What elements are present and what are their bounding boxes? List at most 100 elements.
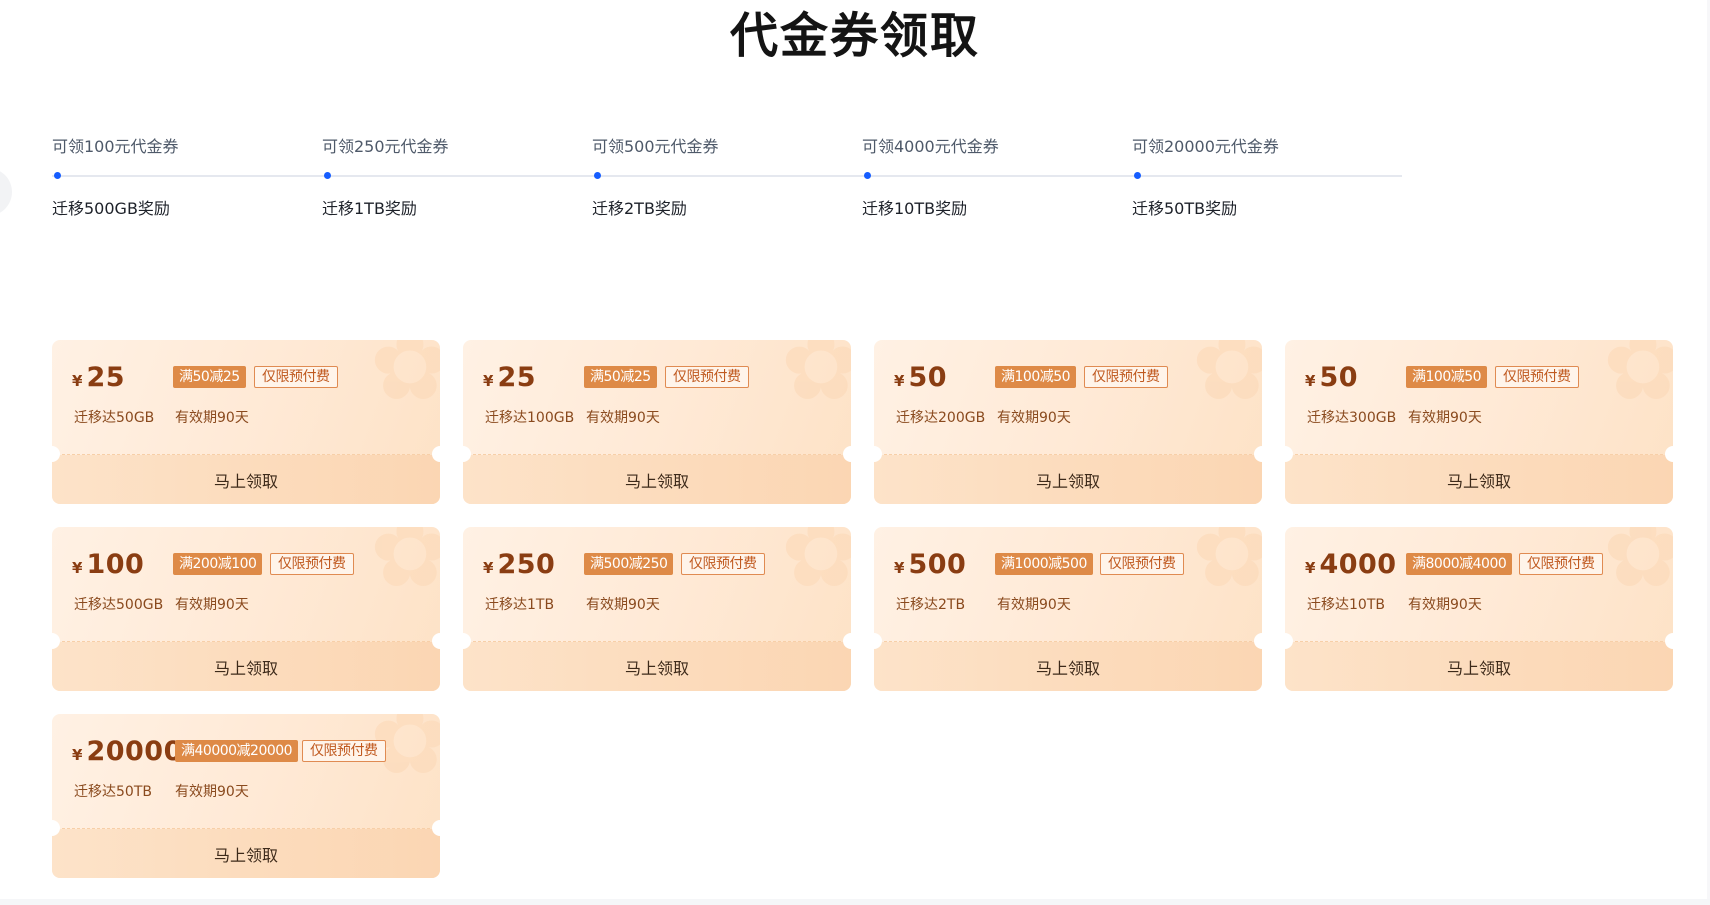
step-track: [322, 175, 592, 177]
prepaid-only-tag: 仅限预付费: [270, 553, 354, 575]
claim-button[interactable]: 马上领取: [52, 642, 440, 691]
coupon-validity: 有效期90天: [1408, 410, 1482, 426]
flower-decoration-icon: ✿: [1191, 340, 1262, 422]
currency-symbol: ¥: [72, 559, 83, 577]
claim-button[interactable]: 马上领取: [52, 455, 440, 504]
coupon-condition: 迁移达200GB: [896, 410, 986, 426]
claim-button-label: 马上领取: [213, 658, 278, 678]
prepaid-only-tag: 仅限预付费: [1519, 553, 1603, 575]
currency-symbol: ¥: [483, 559, 494, 577]
prepaid-only-tag: 仅限预付费: [1495, 366, 1579, 388]
coupon-card: ✿ ¥ 50 满100减50 仅限预付费 迁移达300GB 有效期90天 马上领…: [1285, 340, 1673, 504]
step-label: 可领500元代金券: [592, 137, 719, 156]
currency-symbol: ¥: [894, 372, 905, 390]
coupon-amount: 50: [1319, 362, 1359, 393]
claim-button[interactable]: 马上领取: [1285, 642, 1673, 691]
coupon-rule-tag: 满40000减20000: [175, 740, 299, 762]
coupon-condition: 迁移达50TB: [74, 784, 152, 800]
coupon-card: ✿ ¥ 500 满1000减500 仅限预付费 迁移达2TB 有效期90天 马上…: [874, 527, 1262, 691]
step-track: [1132, 175, 1402, 177]
coupon-rule-tag: 满1000减500: [995, 553, 1093, 575]
coupon-validity: 有效期90天: [586, 597, 660, 613]
coupon-card: ✿ ¥ 20000 满40000减20000 仅限预付费 迁移达50TB 有效期…: [52, 714, 440, 878]
coupon-condition: 迁移达10TB: [1307, 597, 1385, 613]
coupon-validity: 有效期90天: [586, 410, 660, 426]
step-item: 可领500元代金券 迁移2TB奖励: [592, 136, 862, 218]
step-label: 可领4000元代金券: [862, 137, 999, 156]
coupon-card: ✿ ¥ 100 满200减100 仅限预付费 迁移达500GB 有效期90天 马…: [52, 527, 440, 691]
coupon-validity: 有效期90天: [997, 597, 1071, 613]
step-label: 可领100元代金券: [52, 137, 179, 156]
step-item: 可领20000元代金券 迁移50TB奖励: [1132, 136, 1402, 218]
coupon-price: ¥ 500: [894, 549, 966, 581]
step-reward: 迁移500GB奖励: [52, 199, 170, 218]
coupon-amount: 4000: [1319, 549, 1397, 580]
step-item: 可领4000元代金券 迁移10TB奖励: [862, 136, 1132, 218]
step-dot-icon: [864, 172, 871, 179]
coupon-card: ✿ ¥ 250 满500减250 仅限预付费 迁移达1TB 有效期90天 马上领…: [463, 527, 851, 691]
claim-button-label: 马上领取: [1446, 658, 1511, 678]
coupon-validity: 有效期90天: [997, 410, 1071, 426]
coupon-amount: 100: [86, 549, 145, 580]
claim-button[interactable]: 马上领取: [1285, 455, 1673, 504]
coupon-amount: 20000: [86, 736, 183, 767]
claim-button[interactable]: 马上领取: [463, 642, 851, 691]
step-dot-icon: [1134, 172, 1141, 179]
coupon-amount: 25: [86, 362, 126, 393]
coupon-validity: 有效期90天: [1408, 597, 1482, 613]
claim-button-label: 马上领取: [213, 845, 278, 865]
claim-button[interactable]: 马上领取: [52, 829, 440, 878]
coupon-price: ¥ 50: [1305, 362, 1358, 394]
step-item: 可领250元代金券 迁移1TB奖励: [322, 136, 592, 218]
claim-button-label: 马上领取: [1035, 471, 1100, 491]
flower-decoration-icon: ✿: [1191, 527, 1262, 609]
coupon-card: ✿ ¥ 50 满100减50 仅限预付费 迁移达200GB 有效期90天 马上领…: [874, 340, 1262, 504]
coupon-price: ¥ 50: [894, 362, 947, 394]
coupon-amount: 50: [908, 362, 948, 393]
step-reward: 迁移2TB奖励: [592, 199, 687, 218]
prepaid-only-tag: 仅限预付费: [665, 366, 749, 388]
coupon-price: ¥ 25: [72, 362, 125, 394]
currency-symbol: ¥: [72, 746, 83, 764]
coupon-rule-tag: 满8000减4000: [1406, 553, 1513, 575]
step-dot-icon: [54, 172, 61, 179]
coupon-validity: 有效期90天: [175, 597, 249, 613]
coupon-price: ¥ 100: [72, 549, 144, 581]
coupon-condition: 迁移达50GB: [74, 410, 155, 426]
flower-decoration-icon: ✿: [369, 527, 440, 609]
coupon-card: ✿ ¥ 4000 满8000减4000 仅限预付费 迁移达10TB 有效期90天…: [1285, 527, 1673, 691]
page-title: 代金券领取: [729, 8, 980, 64]
step-dot-icon: [594, 172, 601, 179]
prepaid-only-tag: 仅限预付费: [1100, 553, 1184, 575]
claim-button-label: 马上领取: [213, 471, 278, 491]
step-reward: 迁移1TB奖励: [322, 199, 417, 218]
coupon-rule-tag: 满50减25: [584, 366, 657, 388]
step-label: 可领250元代金券: [322, 137, 449, 156]
coupon-condition: 迁移达300GB: [1307, 410, 1397, 426]
coupon-condition: 迁移达1TB: [485, 597, 555, 613]
coupon-rule-tag: 满500减250: [584, 553, 674, 575]
currency-symbol: ¥: [72, 372, 83, 390]
coupon-condition: 迁移达2TB: [896, 597, 966, 613]
prepaid-only-tag: 仅限预付费: [302, 740, 386, 762]
flower-decoration-icon: ✿: [780, 527, 851, 609]
coupon-card: ✿ ¥ 25 满50减25 仅限预付费 迁移达100GB 有效期90天 马上领取: [463, 340, 851, 504]
claim-button[interactable]: 马上领取: [463, 455, 851, 504]
coupon-rule-tag: 满200减100: [173, 553, 263, 575]
flower-decoration-icon: ✿: [1602, 340, 1673, 422]
prepaid-only-tag: 仅限预付费: [254, 366, 338, 388]
step-track: [52, 175, 322, 177]
step-label: 可领20000元代金券: [1132, 137, 1279, 156]
claim-button[interactable]: 马上领取: [874, 455, 1262, 504]
claim-button-label: 马上领取: [624, 471, 689, 491]
claim-button-label: 马上领取: [624, 658, 689, 678]
currency-symbol: ¥: [894, 559, 905, 577]
flower-decoration-icon: ✿: [369, 340, 440, 422]
coupon-rule-tag: 满100减50: [1406, 366, 1488, 388]
coupon-price: ¥ 25: [483, 362, 536, 394]
step-track: [862, 175, 1132, 177]
currency-symbol: ¥: [483, 372, 494, 390]
claim-button[interactable]: 马上领取: [874, 642, 1262, 691]
step-reward: 迁移10TB奖励: [862, 199, 968, 218]
coupon-amount: 25: [497, 362, 537, 393]
